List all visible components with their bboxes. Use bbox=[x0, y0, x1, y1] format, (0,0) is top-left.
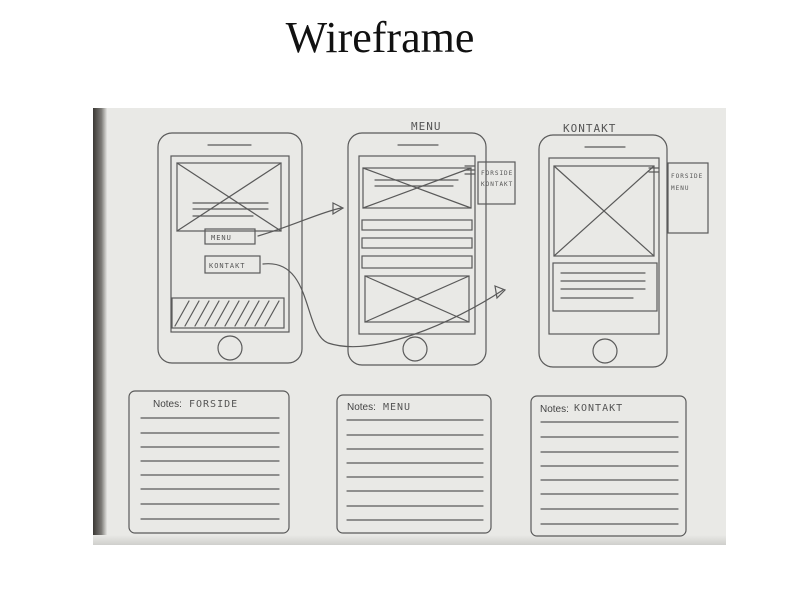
notes-value-kontakt: KONTAKT bbox=[574, 403, 623, 414]
notes-label-kontakt: Notes: bbox=[540, 404, 569, 415]
notes-box-menu bbox=[336, 394, 492, 534]
screen-heading-menu: MENU bbox=[411, 120, 442, 133]
footer-hatched-block bbox=[171, 297, 285, 329]
kontakt-button-label: KONTAKT bbox=[209, 262, 246, 270]
hero-image-placeholder-kontakt bbox=[553, 165, 655, 257]
side-note-menu-line2: KONTAKT bbox=[481, 181, 513, 188]
notes-box-forside bbox=[128, 390, 290, 534]
notes-box-kontakt bbox=[530, 395, 687, 537]
wireframe-photo: MENU KONTAKT MENU KONTAKT FORSIDE KONTAK… bbox=[93, 108, 726, 545]
side-note-kontakt-line2: MENU bbox=[671, 185, 689, 192]
image-placeholder-menu bbox=[364, 275, 470, 323]
notes-value-forside: FORSIDE bbox=[189, 399, 238, 410]
hero-image-placeholder-menu bbox=[362, 167, 472, 209]
screen-heading-kontakt: KONTAKT bbox=[563, 122, 616, 135]
hamburger-icon bbox=[464, 165, 476, 175]
side-note-kontakt-line1: FORSIDE bbox=[671, 173, 703, 180]
notes-label-forside: Notes: bbox=[153, 399, 182, 410]
contact-form-block bbox=[552, 262, 658, 312]
text-lines-forside bbox=[192, 202, 269, 217]
sketch-canvas: MENU KONTAKT MENU KONTAKT FORSIDE KONTAK… bbox=[128, 120, 709, 537]
notes-label-menu: Notes: bbox=[347, 402, 376, 413]
menu-button-label: MENU bbox=[211, 234, 232, 242]
hero-image-placeholder-forside bbox=[176, 162, 282, 232]
side-note-menu-line1: FORSIDE bbox=[481, 170, 513, 177]
content-bars-menu bbox=[361, 219, 473, 269]
page-title: Wireframe bbox=[285, 13, 475, 62]
notes-value-menu: MENU bbox=[383, 402, 411, 413]
